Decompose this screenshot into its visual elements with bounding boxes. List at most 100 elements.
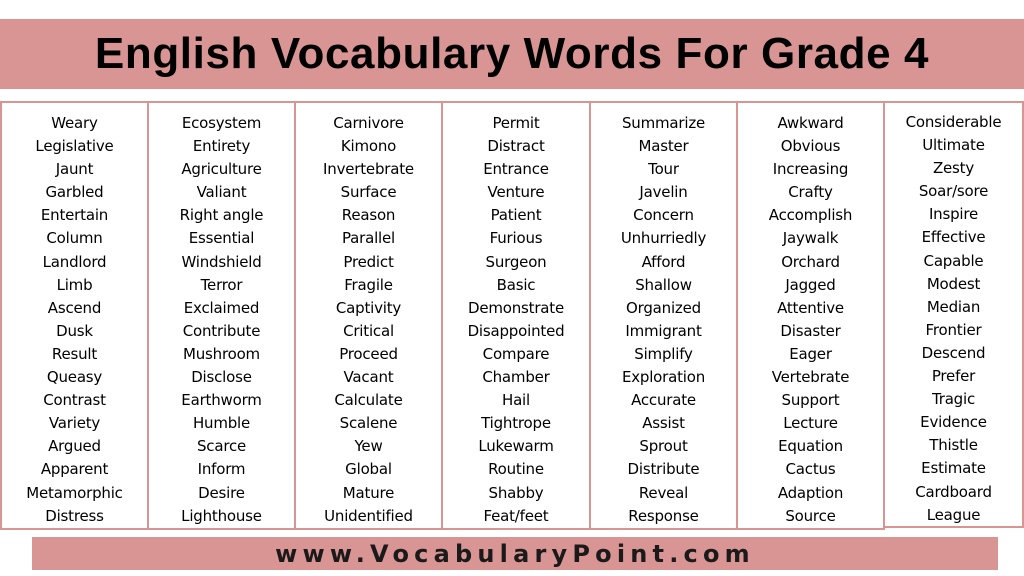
word-column-6: Awkward Obvious Increasing Crafty Accomplish… bbox=[736, 101, 885, 530]
vocabulary-word: Orchard bbox=[781, 252, 840, 271]
vocabulary-word: Tour bbox=[648, 160, 679, 179]
vocabulary-word: Kimono bbox=[340, 137, 397, 156]
vocabulary-word: Hail bbox=[501, 391, 530, 410]
vocabulary-word: Global bbox=[345, 460, 392, 479]
vocabulary-word: Mature bbox=[342, 483, 395, 502]
vocabulary-word: Calculate bbox=[334, 391, 403, 410]
vocabulary-word: Considerable bbox=[905, 113, 1002, 131]
vocabulary-word: Crafty bbox=[788, 183, 833, 202]
vocabulary-word: Venture bbox=[487, 183, 545, 202]
vocabulary-word: Humble bbox=[192, 414, 251, 433]
vocabulary-word: Response bbox=[628, 506, 699, 525]
vocabulary-word: Eager bbox=[789, 344, 832, 363]
vocabulary-word: Accurate bbox=[631, 391, 696, 410]
vocabulary-word: Disaster bbox=[780, 321, 841, 340]
vocabulary-word: Attentive bbox=[777, 298, 844, 317]
vocabulary-word: Shabby bbox=[488, 483, 544, 502]
vocabulary-word: Contrast bbox=[43, 391, 106, 410]
vocabulary-word: Furious bbox=[489, 229, 543, 248]
word-table: Weary Legislative Jaunt Garbled Entertain Col… bbox=[0, 101, 1024, 532]
vocabulary-word: Scarce bbox=[196, 437, 247, 456]
vocabulary-word: Column bbox=[46, 229, 103, 248]
word-column-4: Permit Distract Entrance Venture Patient Furi… bbox=[441, 101, 591, 530]
vocabulary-word: Cardboard bbox=[915, 482, 992, 501]
vocabulary-word: Summarize bbox=[621, 114, 706, 132]
vocabulary-word: Inform bbox=[197, 460, 246, 479]
vocabulary-word: Organized bbox=[626, 298, 701, 317]
vocabulary-word: Jaywalk bbox=[782, 229, 839, 248]
vocabulary-word: Mushroom bbox=[183, 344, 260, 363]
vocabulary-word: Ecosystem bbox=[181, 114, 262, 132]
word-column-2: Ecosystem Entirety Agriculture Valiant Right… bbox=[147, 101, 296, 530]
title-banner: English Vocabulary Words For Grade 4 bbox=[0, 19, 1024, 89]
word-column-3: Carnivore Kimono Invertebrate Surface Reason… bbox=[294, 101, 443, 530]
vocabulary-word: Scalene bbox=[339, 414, 398, 433]
vocabulary-word: Javelin bbox=[639, 183, 688, 202]
vocabulary-word: Agriculture bbox=[181, 160, 262, 179]
vocabulary-word: Critical bbox=[343, 321, 394, 340]
vocabulary-word: Variety bbox=[48, 414, 101, 433]
vocabulary-word: Tightrope bbox=[481, 414, 551, 433]
vocabulary-word: Entirety bbox=[192, 137, 251, 156]
vocabulary-word: Sprout bbox=[639, 437, 688, 456]
vocabulary-word: Cactus bbox=[785, 460, 836, 479]
vocabulary-word: Metamorphic bbox=[26, 483, 123, 502]
vocabulary-word: Legislative bbox=[35, 137, 114, 156]
vocabulary-word: Contribute bbox=[182, 321, 261, 340]
vocabulary-word: Right angle bbox=[179, 206, 264, 225]
vocabulary-word: Entertain bbox=[40, 206, 109, 225]
vocabulary-word: Zesty bbox=[932, 159, 975, 178]
vocabulary-word: Shallow bbox=[635, 275, 692, 294]
vocabulary-word: Essential bbox=[188, 229, 255, 248]
vocabulary-word: Limb bbox=[56, 275, 93, 294]
vocabulary-word: Terror bbox=[200, 275, 243, 294]
page-title: English Vocabulary Words For Grade 4 bbox=[94, 29, 930, 78]
vocabulary-word: Predict bbox=[343, 252, 394, 271]
vocabulary-word: Ascend bbox=[47, 298, 102, 317]
vocabulary-word: Windshield bbox=[181, 252, 262, 271]
vocabulary-word: Queasy bbox=[46, 368, 103, 387]
vocabulary-word: Jaunt bbox=[55, 160, 94, 179]
vocabulary-word: Distress bbox=[45, 506, 104, 525]
vocabulary-word: Master bbox=[638, 137, 689, 156]
vocabulary-word: Evidence bbox=[920, 413, 987, 432]
vocabulary-word: Desire bbox=[198, 483, 245, 502]
vocabulary-word: Thistle bbox=[929, 436, 978, 455]
vocabulary-word: Afford bbox=[641, 252, 686, 271]
vocabulary-word: Capable bbox=[923, 251, 984, 270]
vocabulary-word: Surface bbox=[340, 183, 397, 202]
vocabulary-word: Parallel bbox=[341, 229, 396, 248]
vocabulary-word: Awkward bbox=[777, 114, 844, 132]
vocabulary-word: Descend bbox=[921, 343, 986, 362]
vocabulary-word: Routine bbox=[488, 460, 544, 479]
vocabulary-word: Soar/sore bbox=[918, 182, 989, 201]
vocabulary-word: Disclose bbox=[191, 368, 252, 387]
word-column-5: Summarize Master Tour Javelin Concern Unhurri… bbox=[589, 101, 738, 530]
vocabulary-word: Entrance bbox=[483, 160, 549, 179]
vocabulary-word: Patient bbox=[490, 206, 542, 225]
vocabulary-word: Effective bbox=[921, 228, 986, 247]
vocabulary-word: Accomplish bbox=[768, 206, 853, 225]
vocabulary-word: Reveal bbox=[638, 483, 689, 502]
vocabulary-word: Tragic bbox=[931, 390, 976, 409]
vocabulary-word: Garbled bbox=[45, 183, 104, 202]
word-column-1: Weary Legislative Jaunt Garbled Entertain Col… bbox=[0, 101, 149, 530]
vocabulary-word: Equation bbox=[778, 437, 843, 456]
vocabulary-word: Compare bbox=[482, 344, 550, 363]
vocabulary-word: Frontier bbox=[925, 320, 982, 339]
vocabulary-word: Chamber bbox=[482, 368, 550, 387]
vocabulary-word: Surgeon bbox=[485, 252, 547, 271]
vocabulary-word: Vertebrate bbox=[771, 368, 850, 387]
vocabulary-word: Ultimate bbox=[922, 136, 985, 155]
vocabulary-word: Obvious bbox=[780, 137, 841, 156]
vocabulary-word: Carnivore bbox=[333, 114, 404, 132]
vocabulary-word: Distribute bbox=[627, 460, 700, 479]
vocabulary-word: Lecture bbox=[783, 414, 838, 433]
vocabulary-word: Earthworm bbox=[181, 391, 262, 410]
vocabulary-word: Concern bbox=[633, 206, 694, 225]
vocabulary-word: Lighthouse bbox=[181, 506, 262, 525]
vocabulary-word: Prefer bbox=[931, 367, 976, 386]
vocabulary-word: Inspire bbox=[928, 205, 979, 224]
vocabulary-word: Basic bbox=[496, 275, 536, 294]
vocabulary-word: Adaption bbox=[777, 483, 844, 502]
